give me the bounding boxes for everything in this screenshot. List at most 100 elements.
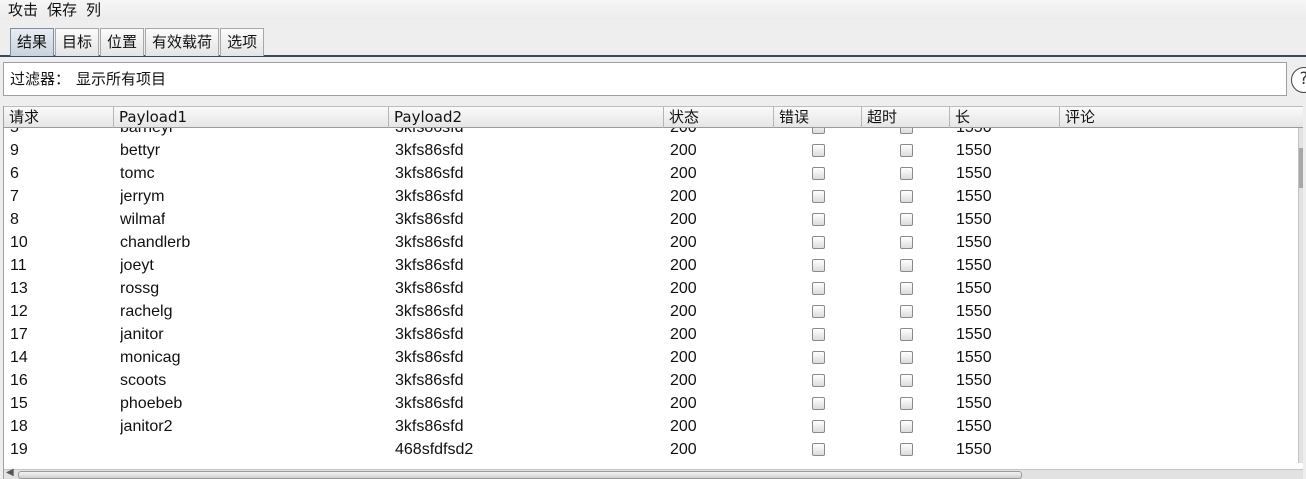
cell-payload2: 468sfdfsd2 <box>395 441 474 458</box>
cell-payload2: 3kfs86sfd <box>395 211 464 228</box>
cell-payload2: 3kfs86sfd <box>395 280 464 297</box>
cell-status: 200 <box>670 303 697 320</box>
cell-request: 18 <box>10 418 28 435</box>
timeout-checkbox <box>900 259 913 272</box>
error-checkbox <box>812 374 825 387</box>
menu-bar: 攻击 保存 列 <box>0 0 1306 20</box>
cell-request: 12 <box>10 303 28 320</box>
column-header-error[interactable]: 错误 <box>774 107 862 128</box>
tab-payloads[interactable]: 有效载荷 <box>145 28 220 56</box>
table-row[interactable]: 16 scoots 3kfs86sfd 200 1550 <box>4 369 1300 392</box>
error-checkbox <box>812 397 825 410</box>
cell-request: 14 <box>10 349 28 366</box>
cell-payload2: 3kfs86sfd <box>395 303 464 320</box>
cell-request: 16 <box>10 372 28 389</box>
cell-payload1: phoebeb <box>120 395 183 412</box>
cell-status: 200 <box>670 395 697 412</box>
cell-request: 8 <box>10 211 19 228</box>
cell-status: 200 <box>670 257 697 274</box>
table-row[interactable]: 11 joeyt 3kfs86sfd 200 1550 <box>4 254 1300 277</box>
cell-status: 200 <box>670 326 697 343</box>
tab-results[interactable]: 结果 <box>10 28 55 56</box>
error-checkbox <box>812 144 825 157</box>
timeout-checkbox <box>900 305 913 318</box>
cell-status: 200 <box>670 441 697 458</box>
cell-payload1: chandlerb <box>120 234 191 251</box>
cell-payload2: 3kfs86sfd <box>395 188 464 205</box>
menu-columns[interactable]: 列 <box>86 1 101 19</box>
horizontal-scroll-thumb[interactable] <box>18 471 1022 479</box>
table-row[interactable]: 8 wilmaf 3kfs86sfd 200 1550 <box>4 208 1300 231</box>
error-checkbox <box>812 213 825 226</box>
error-checkbox <box>812 420 825 433</box>
menu-save[interactable]: 保存 <box>47 1 77 19</box>
error-checkbox <box>812 282 825 295</box>
table-row[interactable]: 5 barneyr 3kfs86sfd 200 1550 <box>4 128 1300 139</box>
cell-request: 13 <box>10 280 28 297</box>
cell-payload2: 3kfs86sfd <box>395 395 464 412</box>
timeout-checkbox <box>900 144 913 157</box>
cell-request: 19 <box>10 441 28 458</box>
cell-length: 1550 <box>956 234 992 251</box>
cell-status: 200 <box>670 188 697 205</box>
error-checkbox <box>812 351 825 364</box>
table-row[interactable]: 9 bettyr 3kfs86sfd 200 1550 <box>4 139 1300 162</box>
timeout-checkbox <box>900 213 913 226</box>
column-header-payload2[interactable]: Payload2 <box>389 107 664 128</box>
column-header-request[interactable]: 请求 <box>4 107 114 128</box>
table-row[interactable]: 19 468sfdfsd2 200 1550 <box>4 438 1300 461</box>
tab-options[interactable]: 选项 <box>220 28 265 56</box>
cell-payload1: barneyr <box>120 128 174 139</box>
scroll-left-icon[interactable]: ◀ <box>6 467 14 478</box>
table-row[interactable]: 12 rachelg 3kfs86sfd 200 1550 <box>4 300 1300 323</box>
cell-length: 1550 <box>956 349 992 366</box>
cell-payload2: 3kfs86sfd <box>395 349 464 366</box>
table-row[interactable]: 17 janitor 3kfs86sfd 200 1550 <box>4 323 1300 346</box>
tab-target[interactable]: 目标 <box>55 28 100 56</box>
cell-payload2: 3kfs86sfd <box>395 418 464 435</box>
vertical-scrollbar[interactable] <box>1298 128 1303 463</box>
cell-payload2: 3kfs86sfd <box>395 142 464 159</box>
cell-payload1: janitor <box>120 326 164 343</box>
cell-length: 1550 <box>956 211 992 228</box>
cell-length: 1550 <box>956 128 992 139</box>
column-header-payload1[interactable]: Payload1 <box>114 107 389 128</box>
cell-status: 200 <box>670 372 697 389</box>
column-header-length[interactable]: 长 <box>950 107 1060 128</box>
cell-request: 7 <box>10 188 19 205</box>
cell-length: 1550 <box>956 441 992 458</box>
filter-bar[interactable]: 过滤器： 显示所有项目 <box>3 62 1287 96</box>
help-icon[interactable]: ? <box>1291 67 1306 93</box>
horizontal-scrollbar[interactable]: ◀ <box>4 467 1303 479</box>
table-row[interactable]: 6 tomc 3kfs86sfd 200 1550 <box>4 162 1300 185</box>
table-row[interactable]: 18 janitor2 3kfs86sfd 200 1550 <box>4 415 1300 438</box>
timeout-checkbox <box>900 328 913 341</box>
timeout-checkbox <box>900 167 913 180</box>
table-row[interactable]: 14 monicag 3kfs86sfd 200 1550 <box>4 346 1300 369</box>
error-checkbox <box>812 236 825 249</box>
cell-payload1: monicag <box>120 349 181 366</box>
table-row[interactable]: 10 chandlerb 3kfs86sfd 200 1550 <box>4 231 1300 254</box>
cell-payload1: scoots <box>120 372 167 389</box>
error-checkbox <box>812 128 825 134</box>
cell-request: 6 <box>10 165 19 182</box>
results-table: 请求 Payload1 Payload2 状态 错误 超时 长 评论 5 barn… <box>3 106 1303 479</box>
tab-positions[interactable]: 位置 <box>100 28 145 56</box>
cell-request: 5 <box>10 128 19 139</box>
vertical-scroll-thumb[interactable] <box>1299 148 1303 188</box>
cell-payload1: rachelg <box>120 303 173 320</box>
cell-payload1: joeyt <box>120 257 154 274</box>
column-header-timeout[interactable]: 超时 <box>862 107 950 128</box>
cell-payload1: wilmaf <box>120 211 166 228</box>
menu-attack[interactable]: 攻击 <box>8 1 38 19</box>
error-checkbox <box>812 190 825 203</box>
table-row[interactable]: 13 rossg 3kfs86sfd 200 1550 <box>4 277 1300 300</box>
cell-payload2: 3kfs86sfd <box>395 165 464 182</box>
table-row[interactable]: 7 jerrym 3kfs86sfd 200 1550 <box>4 185 1300 208</box>
cell-payload2: 3kfs86sfd <box>395 372 464 389</box>
cell-payload2: 3kfs86sfd <box>395 128 463 139</box>
column-header-status[interactable]: 状态 <box>664 107 774 128</box>
cell-status: 200 <box>670 142 697 159</box>
table-row[interactable]: 15 phoebeb 3kfs86sfd 200 1550 <box>4 392 1300 415</box>
column-header-comment[interactable]: 评论 <box>1060 107 1303 128</box>
